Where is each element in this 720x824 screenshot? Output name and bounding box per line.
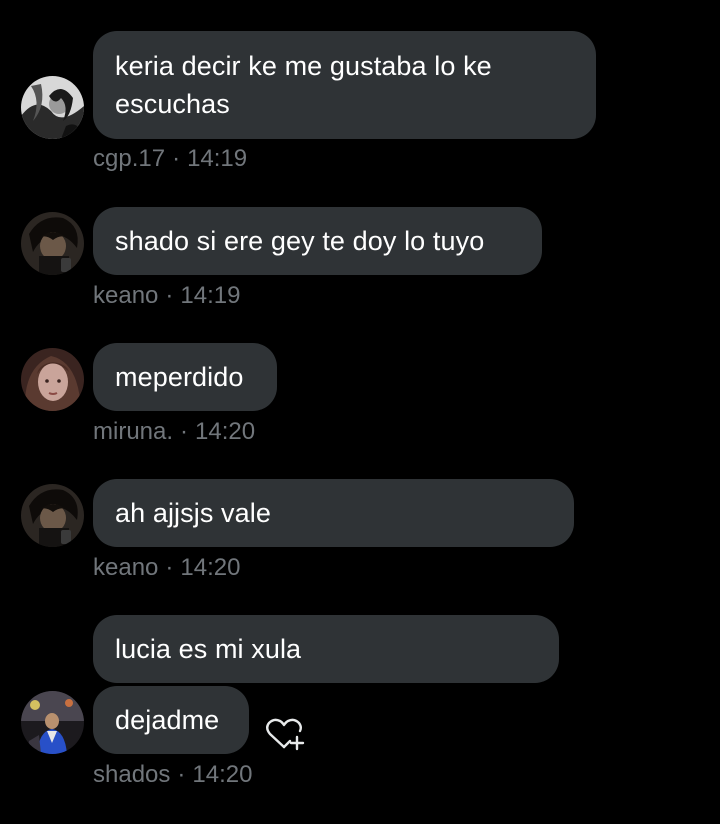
timestamp: 14:19 bbox=[187, 145, 248, 172]
separator: · bbox=[180, 418, 189, 445]
separator: · bbox=[165, 554, 174, 581]
timestamp: 14:20 bbox=[192, 761, 253, 788]
author-name[interactable]: keano bbox=[93, 554, 158, 581]
message-meta: shados · 14:20 bbox=[93, 760, 252, 790]
timestamp: 14:20 bbox=[180, 554, 241, 581]
message-bubble[interactable]: shado si ere gey te doy lo tuyo bbox=[93, 207, 542, 275]
author-name[interactable]: shados bbox=[93, 761, 170, 788]
separator: · bbox=[165, 282, 174, 309]
message-meta: keano · 14:20 bbox=[93, 553, 240, 583]
author-name[interactable]: keano bbox=[93, 282, 158, 309]
message-text: dejadme bbox=[115, 705, 220, 735]
author-name[interactable]: miruna. bbox=[93, 418, 173, 445]
author-name[interactable]: cgp.17 bbox=[93, 145, 165, 172]
message-text: keria decir ke me gustaba lo ke escuchas bbox=[115, 51, 492, 119]
separator: · bbox=[172, 145, 181, 172]
message-text: lucia es mi xula bbox=[115, 634, 302, 664]
timestamp: 14:20 bbox=[195, 418, 256, 445]
message-meta: cgp.17 · 14:19 bbox=[93, 144, 247, 174]
avatar-keano[interactable] bbox=[21, 212, 84, 275]
timestamp: 14:19 bbox=[180, 282, 241, 309]
message-bubble[interactable]: keria decir ke me gustaba lo ke escuchas bbox=[93, 31, 596, 139]
message-bubble[interactable]: dejadme bbox=[93, 686, 249, 754]
message-bubble[interactable]: ah ajjsjs vale bbox=[93, 479, 574, 547]
message-text: meperdido bbox=[115, 362, 244, 392]
message-text: shado si ere gey te doy lo tuyo bbox=[115, 226, 485, 256]
message-meta: keano · 14:19 bbox=[93, 281, 240, 311]
avatar-shados[interactable] bbox=[21, 691, 84, 754]
avatar-cgp17[interactable] bbox=[21, 76, 84, 139]
message-bubble[interactable]: meperdido bbox=[93, 343, 277, 411]
separator: · bbox=[177, 761, 186, 788]
avatar-miruna[interactable] bbox=[21, 348, 84, 411]
heart-plus-icon[interactable] bbox=[264, 716, 306, 752]
message-bubble[interactable]: lucia es mi xula bbox=[93, 615, 559, 683]
avatar-keano[interactable] bbox=[21, 484, 84, 547]
message-text: ah ajjsjs vale bbox=[115, 498, 271, 528]
message-meta: miruna. · 14:20 bbox=[93, 417, 255, 447]
